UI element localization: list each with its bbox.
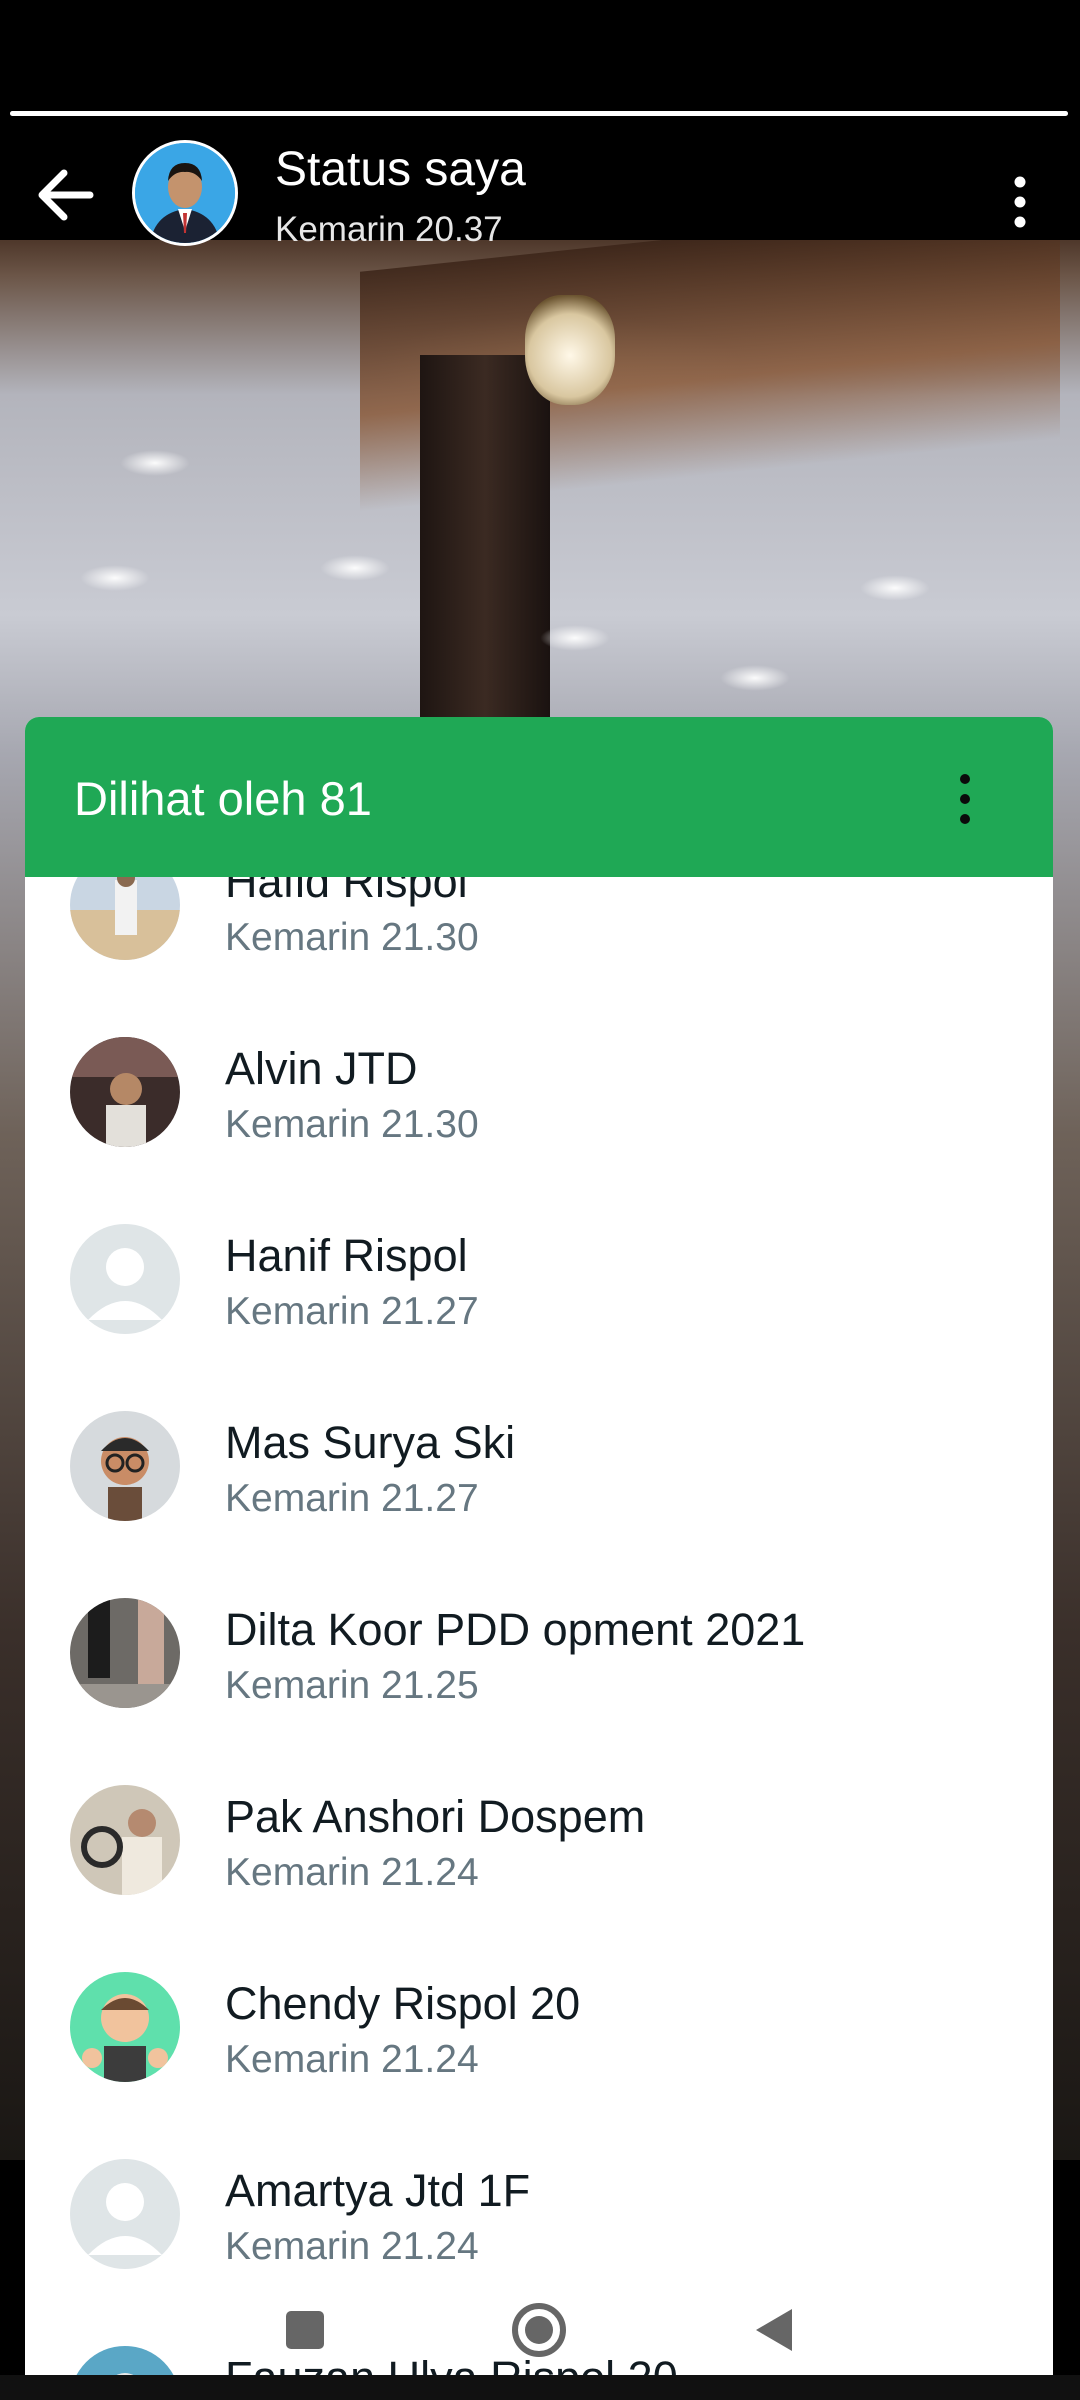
default-person-icon <box>70 1224 180 1334</box>
bottom-edge <box>0 2375 1080 2400</box>
list-item[interactable]: Hanif Rispol Kemarin 21.27 <box>25 1186 1053 1373</box>
photo-legs-icon <box>70 1598 180 1708</box>
list-item[interactable]: Alvin JTD Kemarin 21.30 <box>25 999 1053 1186</box>
viewers-list[interactable]: Hafid Rispol Kemarin 21.30 Alvin JTD Kem… <box>25 877 1053 2375</box>
back-nav-button[interactable] <box>740 2295 810 2365</box>
avatar <box>70 1224 180 1334</box>
status-progress-bar <box>10 111 1068 116</box>
viewers-sheet-header: Dilihat oleh 81 <box>25 717 1053 877</box>
viewers-count-title: Dilihat oleh 81 <box>74 772 372 825</box>
ceiling-light <box>80 565 150 591</box>
more-vert-icon <box>1014 176 1026 228</box>
viewer-name: Mas Surya Ski <box>225 1417 516 1468</box>
ceiling-light <box>540 625 610 651</box>
list-item[interactable]: Dilta Koor PDD opment 2021 Kemarin 21.25 <box>25 1560 1053 1747</box>
avatar[interactable] <box>132 140 238 246</box>
status-progress-fill <box>10 111 1068 116</box>
list-item[interactable]: Chendy Rispol 20 Kemarin 21.24 <box>25 1934 1053 2121</box>
lamp <box>525 295 615 405</box>
ceiling-light <box>120 450 190 476</box>
arrow-left-icon <box>38 169 94 221</box>
viewers-more-options-button[interactable] <box>945 771 985 827</box>
viewer-name: Pak Anshori Dospem <box>225 1791 646 1842</box>
list-item[interactable]: Hafid Rispol Kemarin 21.30 <box>25 877 1053 999</box>
avatar <box>70 1037 180 1147</box>
list-item[interactable]: Amartya Jtd 1F Kemarin 21.24 <box>25 2121 1053 2308</box>
viewer-time: Kemarin 21.30 <box>225 1103 479 1146</box>
cartoon-glasses-icon <box>70 1411 180 1521</box>
viewer-name: Hanif Rispol <box>225 1230 468 1281</box>
home-button[interactable] <box>504 2295 574 2365</box>
list-item[interactable]: Pak Anshori Dospem Kemarin 21.24 <box>25 1747 1053 1934</box>
ceiling-light <box>320 555 390 581</box>
recents-button[interactable] <box>270 2295 340 2365</box>
status-timestamp: Kemarin 20.37 <box>275 210 503 249</box>
square-icon <box>286 2311 324 2349</box>
cartoon-thumbs-icon <box>70 1972 180 2082</box>
list-item[interactable]: Mas Surya Ski Kemarin 21.27 <box>25 1373 1053 1560</box>
more-options-button[interactable] <box>1000 170 1040 234</box>
more-vert-icon <box>960 774 970 824</box>
viewer-time: Kemarin 21.24 <box>225 1851 479 1894</box>
profile-photo-icon <box>135 143 235 243</box>
ceiling-light <box>720 665 790 691</box>
status-header: Status saya Kemarin 20.37 <box>0 130 1080 249</box>
back-button[interactable] <box>30 165 102 225</box>
photo-car-icon <box>70 1785 180 1895</box>
circle-icon <box>512 2303 566 2357</box>
avatar <box>70 1598 180 1708</box>
viewer-name: Chendy Rispol 20 <box>225 1978 581 2029</box>
ceiling-light <box>860 575 930 601</box>
viewer-name: Alvin JTD <box>225 1043 418 1094</box>
photo-indoor-icon <box>70 1037 180 1147</box>
avatar <box>70 877 180 960</box>
viewer-name: Hafid Rispol <box>225 877 468 907</box>
viewer-name: Amartya Jtd 1F <box>225 2165 531 2216</box>
system-nav-bar <box>0 2295 1080 2375</box>
viewer-time: Kemarin 21.24 <box>225 2038 479 2081</box>
triangle-icon <box>756 2309 792 2351</box>
avatar <box>70 1785 180 1895</box>
photo-man-sea-icon <box>70 877 180 960</box>
viewer-time: Kemarin 21.25 <box>225 1664 479 1707</box>
avatar <box>70 2159 180 2269</box>
viewer-time: Kemarin 21.27 <box>225 1290 479 1333</box>
viewer-time: Kemarin 21.30 <box>225 916 479 959</box>
viewers-sheet: Dilihat oleh 81 Hafid Rispol Kemarin 21.… <box>25 717 1053 2375</box>
status-title: Status saya <box>275 143 526 196</box>
viewer-time: Kemarin 21.27 <box>225 1477 479 1520</box>
viewer-name: Dilta Koor PDD opment 2021 <box>225 1604 806 1655</box>
avatar <box>70 1411 180 1521</box>
default-person-icon <box>70 2159 180 2269</box>
viewer-time: Kemarin 21.24 <box>225 2225 479 2268</box>
avatar <box>70 1972 180 2082</box>
